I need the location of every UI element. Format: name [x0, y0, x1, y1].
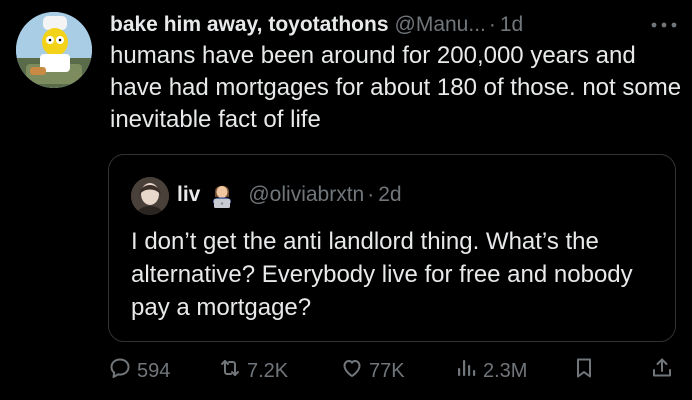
tweet-header: bake him away, toyotathons @Manu... · 1d — [110, 10, 680, 40]
quoted-avatar[interactable] — [131, 177, 169, 215]
like-count: 77K — [369, 359, 405, 382]
display-name[interactable]: bake him away, toyotathons — [110, 13, 389, 37]
bookmark-button[interactable] — [572, 356, 596, 386]
quoted-timestamp[interactable]: 2d — [378, 183, 401, 207]
bookmark-icon — [572, 356, 596, 386]
avatar[interactable] — [16, 12, 92, 88]
quoted-text: I don’t get the anti landlord thing. Wha… — [131, 228, 633, 321]
quoted-display-name[interactable]: liv — [177, 183, 200, 207]
separator-dot: · — [367, 183, 375, 206]
quoted-handle[interactable]: @oliviabrxtn — [248, 183, 364, 207]
like-button[interactable]: 77K — [340, 356, 405, 386]
reply-count: 594 — [137, 359, 171, 382]
views-button[interactable]: 2.3M — [454, 356, 527, 386]
quoted-header: liv @oliviabrxtn · 2d — [177, 179, 402, 211]
more-icon[interactable] — [648, 12, 680, 38]
action-bar: 594 7.2K 77K 2.3M — [108, 356, 680, 386]
quoted-tweet[interactable]: liv @oliviabrxtn · 2d I don’t get the an… — [108, 154, 676, 342]
separator-dot: · — [488, 13, 496, 36]
like-icon — [340, 356, 364, 386]
reply-button[interactable]: 594 — [108, 356, 170, 386]
user-handle[interactable]: @Manu... — [395, 13, 486, 37]
repost-icon — [218, 356, 242, 386]
share-button[interactable] — [650, 356, 674, 386]
reply-icon — [108, 356, 132, 386]
views-icon — [454, 356, 478, 386]
timestamp[interactable]: 1d — [500, 13, 523, 37]
woman-technologist-emoji-icon — [208, 181, 236, 209]
repost-button[interactable]: 7.2K — [218, 356, 288, 386]
views-count: 2.3M — [483, 359, 528, 382]
share-icon — [650, 356, 674, 386]
tweet-text: humans have been around for 200,000 year… — [110, 42, 682, 133]
repost-count: 7.2K — [247, 359, 289, 382]
